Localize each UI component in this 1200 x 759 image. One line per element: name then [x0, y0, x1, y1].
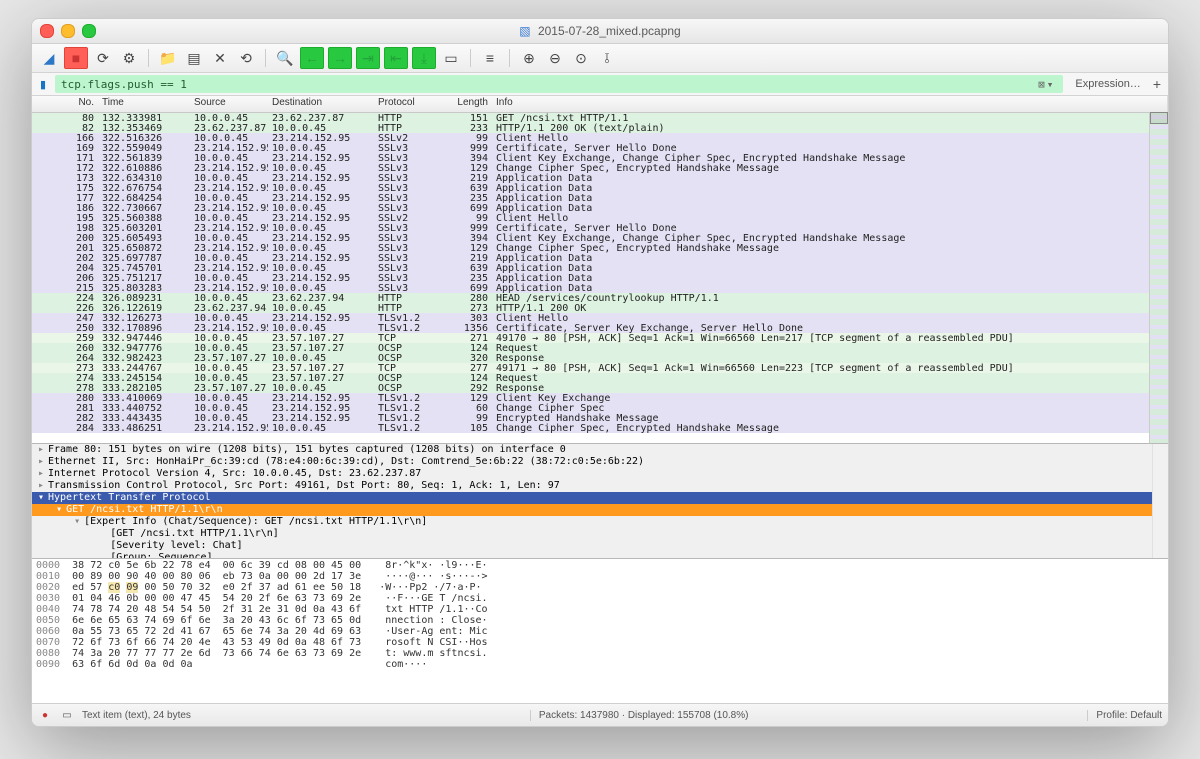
table-row[interactable]: 201325.65087223.214.152.9510.0.0.45SSLv3… — [32, 243, 1168, 253]
go-back-button[interactable]: ← — [300, 47, 324, 69]
table-row[interactable]: 278333.28210523.57.107.2710.0.0.45OCSP29… — [32, 383, 1168, 393]
detail-severity: [Severity level: Chat] — [110, 540, 242, 551]
table-row[interactable]: 166322.51632610.0.0.4523.214.152.95SSLv2… — [32, 133, 1168, 143]
shark-fin-icon[interactable]: ◢ — [38, 48, 60, 68]
table-row[interactable]: 250332.17089623.214.152.9510.0.0.45TLSv1… — [32, 323, 1168, 333]
filter-expression-button[interactable]: Expression… — [1067, 78, 1144, 90]
table-row[interactable]: 284333.48625123.214.152.9510.0.0.45TLSv1… — [32, 423, 1168, 433]
auto-scroll-button[interactable]: ▭ — [440, 48, 462, 68]
table-row[interactable]: 206325.75121710.0.0.4523.214.152.95SSLv3… — [32, 273, 1168, 283]
display-filter-bar: ▮ tcp.flags.push == 1 ⊠ ▾ Expression… + — [32, 73, 1168, 96]
status-left: Text item (text), 24 bytes — [82, 710, 191, 721]
col-protocol[interactable]: Protocol — [374, 96, 440, 112]
table-row[interactable]: 186322.73066723.214.152.9510.0.0.45SSLv3… — [32, 203, 1168, 213]
display-filter-value: tcp.flags.push == 1 — [61, 78, 187, 91]
table-row[interactable]: 226326.12261923.62.237.9410.0.0.45HTTP27… — [32, 303, 1168, 313]
window-title: 2015-07-28_mixed.pcapng — [538, 24, 681, 38]
table-row[interactable]: 82132.35346923.62.237.8710.0.0.45HTTP233… — [32, 123, 1168, 133]
window-close-button[interactable] — [40, 24, 54, 38]
col-time[interactable]: Time — [98, 96, 190, 112]
table-row[interactable]: 280333.41006910.0.0.4523.214.152.95TLSv1… — [32, 393, 1168, 403]
titlebar: ▧ 2015-07-28_mixed.pcapng — [32, 19, 1168, 44]
status-packet-counts: Packets: 1437980 · Displayed: 155708 (10… — [530, 710, 749, 721]
detail-http[interactable]: Hypertext Transfer Protocol — [48, 492, 211, 503]
table-row[interactable]: 274333.24515410.0.0.4523.57.107.27OCSP12… — [32, 373, 1168, 383]
capture-file-properties-icon[interactable]: ▭ — [60, 708, 74, 722]
col-info[interactable]: Info — [492, 96, 1168, 112]
save-file-button[interactable]: ▤ — [183, 48, 205, 68]
table-row[interactable]: 264332.98242323.57.107.2710.0.0.45OCSP32… — [32, 353, 1168, 363]
colorize-button[interactable]: ≡ — [479, 48, 501, 68]
table-row[interactable]: 198325.60320123.214.152.9510.0.0.45SSLv3… — [32, 223, 1168, 233]
stop-capture-button[interactable]: ■ — [64, 47, 88, 69]
expert-info-icon[interactable]: ● — [38, 708, 52, 722]
window-zoom-button[interactable] — [82, 24, 96, 38]
table-row[interactable]: 177322.68425410.0.0.4523.214.152.95SSLv3… — [32, 193, 1168, 203]
packet-minimap[interactable] — [1149, 112, 1168, 443]
document-icon: ▧ — [519, 24, 530, 38]
window-minimize-button[interactable] — [61, 24, 75, 38]
table-row[interactable]: 281333.44075210.0.0.4523.214.152.95TLSv1… — [32, 403, 1168, 413]
resize-columns-button[interactable]: ⫱ — [596, 48, 618, 68]
open-file-button[interactable]: 📁 — [157, 48, 179, 68]
packet-list-header[interactable]: No. Time Source Destination Protocol Len… — [32, 96, 1168, 113]
zoom-reset-button[interactable]: ⊙ — [570, 48, 592, 68]
reload-button[interactable]: ⟲ — [235, 48, 257, 68]
detail-eth[interactable]: Ethernet II, Src: HonHaiPr_6c:39:cd (78:… — [48, 456, 644, 467]
go-first-button[interactable]: ⇤ — [384, 47, 408, 69]
bookmark-filter-icon[interactable]: ▮ — [35, 76, 51, 92]
restart-capture-button[interactable]: ⟳ — [92, 48, 114, 68]
go-forward-button[interactable]: → — [328, 47, 352, 69]
table-row[interactable]: 260332.94777610.0.0.4523.57.107.27OCSP12… — [32, 343, 1168, 353]
table-row[interactable]: 273333.24476710.0.0.4523.57.107.27TCP277… — [32, 363, 1168, 373]
filter-dropdown-icon[interactable]: ▾ — [1047, 78, 1054, 91]
table-row[interactable]: 259332.94744610.0.0.4523.57.107.27TCP271… — [32, 333, 1168, 343]
detail-frame[interactable]: Frame 80: 151 bytes on wire (1208 bits),… — [48, 444, 566, 455]
close-file-button[interactable]: ✕ — [209, 48, 231, 68]
status-bar: ● ▭ Text item (text), 24 bytes Packets: … — [32, 703, 1168, 726]
table-row[interactable]: 175322.67675423.214.152.9510.0.0.45SSLv3… — [32, 183, 1168, 193]
table-row[interactable]: 202325.69778710.0.0.4523.214.152.95SSLv3… — [32, 253, 1168, 263]
table-row[interactable]: 247332.12627310.0.0.4523.214.152.95TLSv1… — [32, 313, 1168, 323]
table-row[interactable]: 224326.08923110.0.0.4523.62.237.94HTTP28… — [32, 293, 1168, 303]
table-row[interactable]: 204325.74570123.214.152.9510.0.0.45SSLv3… — [32, 263, 1168, 273]
zoom-in-button[interactable]: ⊕ — [518, 48, 540, 68]
status-profile[interactable]: Profile: Default — [1087, 710, 1162, 721]
detail-ip[interactable]: Internet Protocol Version 4, Src: 10.0.0… — [48, 468, 421, 479]
table-row[interactable]: 171322.56183910.0.0.4523.214.152.95SSLv3… — [32, 153, 1168, 163]
go-to-packet-button[interactable]: ⇥ — [356, 47, 380, 69]
table-row[interactable]: 173322.63431010.0.0.4523.214.152.95SSLv3… — [32, 173, 1168, 183]
display-filter-input[interactable]: tcp.flags.push == 1 ⊠ ▾ — [55, 75, 1063, 93]
minimap-handle[interactable] — [1150, 112, 1168, 124]
filter-clear-icon[interactable]: ⊠ — [1038, 78, 1045, 91]
detail-expert[interactable]: [Expert Info (Chat/Sequence): GET /ncsi.… — [84, 516, 427, 527]
table-row[interactable]: 80132.33398110.0.0.4523.62.237.87HTTP151… — [32, 113, 1168, 123]
packet-bytes-pane[interactable]: 0000 38 72 c0 5e 6b 22 78 e4 00 6c 39 cd… — [32, 558, 1168, 703]
details-scrollbar[interactable] — [1152, 444, 1168, 558]
zoom-out-button[interactable]: ⊖ — [544, 48, 566, 68]
toolbar: ◢ ■ ⟳ ⚙ 📁 ▤ ✕ ⟲ 🔍 ← → ⇥ ⇤ ⤓ ▭ ≡ ⊕ ⊖ ⊙ ⫱ — [32, 44, 1168, 73]
packet-list-body[interactable]: 80132.33398110.0.0.4523.62.237.87HTTP151… — [32, 113, 1168, 443]
detail-tcp[interactable]: Transmission Control Protocol, Src Port:… — [48, 480, 560, 491]
table-row[interactable]: 200325.60549310.0.0.4523.214.152.95SSLv3… — [32, 233, 1168, 243]
packet-details-pane[interactable]: ▸Frame 80: 151 bytes on wire (1208 bits)… — [32, 443, 1168, 558]
detail-request-line[interactable]: GET /ncsi.txt HTTP/1.1\r\n — [66, 504, 223, 515]
col-no[interactable]: No. — [32, 96, 98, 112]
col-destination[interactable]: Destination — [268, 96, 374, 112]
detail-expert2: [GET /ncsi.txt HTTP/1.1\r\n] — [110, 528, 279, 539]
filter-add-button[interactable]: + — [1149, 76, 1165, 92]
app-window: ▧ 2015-07-28_mixed.pcapng ◢ ■ ⟳ ⚙ 📁 ▤ ✕ … — [31, 18, 1169, 727]
col-length[interactable]: Length — [440, 96, 492, 112]
table-row[interactable]: 282333.44343510.0.0.4523.214.152.95TLSv1… — [32, 413, 1168, 423]
col-source[interactable]: Source — [190, 96, 268, 112]
packet-list-pane: No. Time Source Destination Protocol Len… — [32, 96, 1168, 443]
go-last-button[interactable]: ⤓ — [412, 47, 436, 69]
table-row[interactable]: 172322.61088623.214.152.9510.0.0.45SSLv3… — [32, 163, 1168, 173]
capture-options-button[interactable]: ⚙ — [118, 48, 140, 68]
table-row[interactable]: 169322.55904923.214.152.9510.0.0.45SSLv3… — [32, 143, 1168, 153]
find-packet-button[interactable]: 🔍 — [274, 48, 296, 68]
table-row[interactable]: 215325.80328323.214.152.9510.0.0.45SSLv3… — [32, 283, 1168, 293]
table-row[interactable]: 195325.56038810.0.0.4523.214.152.95SSLv2… — [32, 213, 1168, 223]
